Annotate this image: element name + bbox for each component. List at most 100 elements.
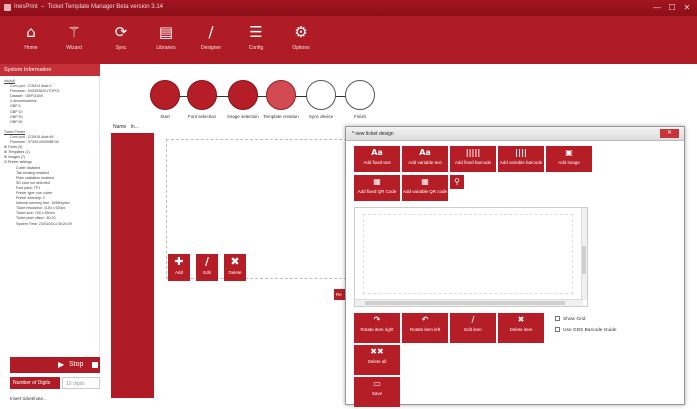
column-in[interactable]: In...	[131, 124, 139, 130]
add-ticket-button[interactable]: ✚ Add	[168, 254, 190, 281]
rotate-left-icon: ↶	[421, 315, 429, 324]
vertical-scrollbar[interactable]	[581, 208, 587, 300]
barcode-icon: |||||	[465, 148, 481, 157]
search-button[interactable]: ⚲	[450, 175, 464, 189]
wizard-step-template-creation[interactable]	[266, 80, 296, 110]
variable-qr-icon: ▦	[421, 177, 429, 186]
search-icon: ⚲	[454, 177, 460, 186]
add-variable-barcode-button[interactable]: |||| Add variable barcode	[498, 146, 544, 172]
horizontal-scrollbar[interactable]	[355, 299, 583, 306]
ribbon-libraries[interactable]: ▤ Libraries	[145, 19, 187, 63]
gear-icon: ⚙	[294, 23, 308, 41]
ribbon-designer[interactable]: ∕ Designer	[190, 19, 232, 63]
add-variable-qr-label: Add variable QR code	[402, 189, 448, 194]
ribbon-wizard[interactable]: ⚚ Wizard	[53, 19, 95, 63]
ribbon-toolbar: ⌂ Home ⚚ Wizard ⟳ Sync ▤ Libraries ∕ Designer…	[0, 16, 697, 64]
delete-item-label: Delete item	[509, 327, 533, 332]
delete-all-icon: ✖✖	[370, 347, 384, 356]
edit-item-button[interactable]: ∕ Edit item	[450, 313, 496, 343]
gds-barcode-guide-box[interactable]	[555, 327, 560, 332]
pencil-icon: ∕	[208, 23, 214, 41]
window-title: InesPrint – Ticket Template Manager Beta…	[14, 4, 163, 10]
edit-ticket-label: Edit	[203, 270, 211, 275]
horizontal-scroll-thumb[interactable]	[365, 301, 565, 305]
wizard-step-image-selection[interactable]	[228, 80, 258, 110]
column-name[interactable]: Name	[113, 124, 126, 130]
design-canvas[interactable]	[354, 207, 588, 307]
home-icon: ⌂	[26, 23, 36, 41]
close-button[interactable]: ✕	[680, 2, 694, 13]
ribbon-options[interactable]: ⚙ Options	[280, 19, 322, 63]
add-icon: ✚	[174, 255, 184, 268]
title-bar: InesPrint – Ticket Template Manager Beta…	[0, 0, 697, 16]
ticket-list-header: Name In...	[113, 124, 139, 130]
add-ticket-label: Add	[174, 270, 183, 275]
add-fixed-qr-button[interactable]: ▦ Add fixed QR Code	[354, 175, 400, 201]
step-label-sync-device: Sync device	[308, 114, 334, 119]
add-fixed-barcode-label: Add fixed barcode	[454, 160, 492, 165]
add-variable-text-button[interactable]: Aa Add variable text	[402, 146, 448, 172]
gds-barcode-guide-checkbox[interactable]: Use GDS Barcode Guide	[555, 327, 617, 333]
stop-button[interactable]: Stop	[69, 361, 83, 368]
save-button[interactable]: ▭ Save	[354, 377, 400, 407]
rotate-item-left-button[interactable]: ↶ Rotate item left	[402, 313, 448, 343]
ribbon-config[interactable]: ☰ Config	[235, 19, 277, 63]
new-ticket-design-dialog: * new ticket design ✕ Aa Add fixed text A…	[345, 126, 685, 407]
app-name: InesPrint	[14, 4, 38, 10]
vertical-scroll-thumb[interactable]	[582, 246, 586, 274]
digits-input[interactable]: 10 digits	[62, 377, 100, 389]
delete-item-button[interactable]: ✖ Delete item	[498, 313, 544, 343]
ribbon-config-label: Config	[248, 45, 264, 51]
edit-ticket-button[interactable]: ∕ Edit	[196, 254, 218, 281]
minimize-button[interactable]: —	[650, 2, 664, 13]
ribbon-sync-label: Sync	[115, 45, 127, 51]
save-icon: ▭	[373, 379, 381, 388]
step-label-image-selection: Image selection	[227, 114, 259, 119]
system-info-line: System Time: 23/04/2014 08:20:39	[16, 221, 72, 226]
ticket-outline	[363, 214, 573, 294]
step-label-start: Start	[160, 114, 170, 119]
text-icon: Aa	[371, 148, 383, 157]
gds-barcode-guide-label: Use GDS Barcode Guide	[563, 327, 617, 333]
wizard-step-finish[interactable]	[345, 80, 375, 110]
dialog-title: * new ticket design	[346, 127, 684, 141]
pencil-icon: ∕	[204, 255, 210, 268]
add-variable-text-label: Add variable text	[408, 160, 442, 165]
delete-ticket-label: Delete	[228, 270, 242, 275]
image-icon: ▣	[565, 148, 573, 157]
dialog-close-button[interactable]: ✕	[660, 129, 679, 138]
ribbon-home[interactable]: ⌂ Home	[10, 19, 52, 63]
app-logo-icon	[4, 4, 11, 11]
add-variable-barcode-label: Add variable barcode	[499, 160, 543, 165]
show-grid-checkbox[interactable]: Show Grid	[555, 316, 585, 322]
rotate-item-right-button[interactable]: ↷ Rotate item right	[354, 313, 400, 343]
wizard-step-start[interactable]	[150, 80, 180, 110]
stop-square-icon[interactable]	[92, 362, 98, 368]
delete-icon: ✖	[517, 315, 525, 324]
number-of-digits-button[interactable]: Number of Digits	[10, 377, 60, 389]
add-image-button[interactable]: ▣ Add image	[546, 146, 592, 172]
ribbon-sync[interactable]: ⟳ Sync	[100, 19, 142, 63]
system-info-panel: Ink(s)6 Com port : COM14 Addr:0 Firmware :…	[0, 76, 100, 356]
wizard-step-font-selection[interactable]	[187, 80, 217, 110]
briefcase-icon: ▤	[158, 23, 174, 41]
rotate-right-icon: ↷	[373, 315, 381, 324]
ribbon-designer-label: Designer	[200, 45, 221, 51]
ribbon-libraries-label: Libraries	[156, 45, 176, 51]
play-icon[interactable]: ▶	[58, 360, 64, 369]
add-image-label: Add image	[558, 160, 580, 165]
template-preview-area	[166, 139, 352, 279]
sync-icon: ⟳	[114, 23, 128, 41]
show-grid-box[interactable]	[555, 316, 560, 321]
ticket-list[interactable]	[111, 133, 154, 398]
qr-icon: ▦	[373, 177, 381, 186]
maximize-button[interactable]: ☐	[665, 2, 679, 13]
delete-all-button[interactable]: ✖✖ Delete all	[354, 345, 400, 375]
step-label-template-creation: Template creation	[263, 114, 299, 119]
add-fixed-text-button[interactable]: Aa Add fixed text	[354, 146, 400, 172]
add-variable-qr-button[interactable]: ▦ Add variable QR code	[402, 175, 448, 201]
wizard-step-sync-device[interactable]	[306, 80, 336, 110]
add-fixed-barcode-button[interactable]: ||||| Add fixed barcode	[450, 146, 496, 172]
delete-ticket-button[interactable]: ✖ Delete	[224, 254, 246, 281]
variable-text-icon: Aa	[419, 148, 431, 157]
